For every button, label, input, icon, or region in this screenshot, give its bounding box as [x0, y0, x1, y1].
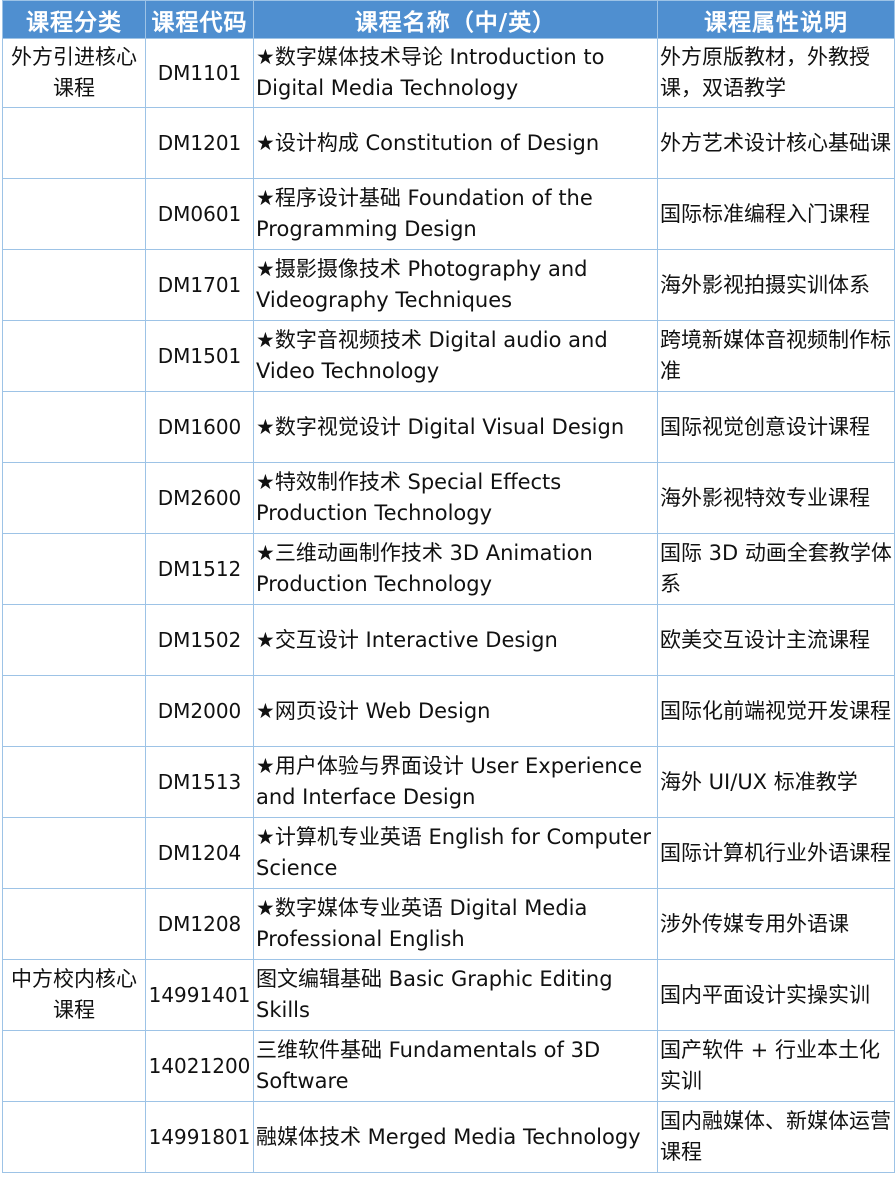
name-cell: 融媒体技术 Merged Media Technology	[253, 1101, 658, 1173]
name-cell: ★数字媒体技术导论 Introduction to Digital Media …	[253, 38, 658, 108]
table-row: DM1513 ★用户体验与界面设计 User Experience and In…	[2, 746, 895, 818]
attribute-cell: 国际视觉创意设计课程	[657, 391, 895, 463]
attribute-cell: 海外影视特效专业课程	[657, 462, 895, 534]
category-cell	[2, 604, 146, 676]
category-cell: 外方引进核心课程	[2, 38, 146, 108]
code-cell: 14991801	[145, 1101, 254, 1173]
table-row: DM1208 ★数字媒体专业英语 Digital Media Professio…	[2, 888, 895, 960]
name-cell: ★数字音视频技术 Digital audio and Video Technol…	[253, 320, 658, 392]
attribute-cell: 国际化前端视觉开发课程	[657, 675, 895, 747]
category-cell	[2, 462, 146, 534]
category-cell	[2, 888, 146, 960]
table-row: 14021200 三维软件基础 Fundamentals of 3D Softw…	[2, 1030, 895, 1102]
code-cell: DM0601	[145, 178, 254, 250]
attribute-cell: 国际计算机行业外语课程	[657, 817, 895, 889]
category-cell	[2, 675, 146, 747]
category-cell	[2, 320, 146, 392]
name-cell: 三维软件基础 Fundamentals of 3D Software	[253, 1030, 658, 1102]
attribute-cell: 国际 3D 动画全套教学体系	[657, 533, 895, 605]
attribute-cell: 外方艺术设计核心基础课	[657, 107, 895, 179]
table-row: DM2600 ★特效制作技术 Special Effects Productio…	[2, 462, 895, 534]
category-cell	[2, 746, 146, 818]
header-attribute: 课程属性说明	[657, 0, 895, 39]
code-cell: DM1701	[145, 249, 254, 321]
header-row: 课程分类 课程代码 课程名称（中/英） 课程属性说明	[2, 0, 895, 39]
table-row: DM1201 ★设计构成 Constitution of Design 外方艺术…	[2, 107, 895, 179]
table-row: DM1512 ★三维动画制作技术 3D Animation Production…	[2, 533, 895, 605]
category-cell	[2, 533, 146, 605]
table-row: 14991801 融媒体技术 Merged Media Technology 国…	[2, 1101, 895, 1173]
attribute-cell: 跨境新媒体音视频制作标准	[657, 320, 895, 392]
code-cell: DM1513	[145, 746, 254, 818]
table-row: 中方校内核心课程 14991401 图文编辑基础 Basic Graphic E…	[2, 959, 895, 1031]
name-cell: ★特效制作技术 Special Effects Production Techn…	[253, 462, 658, 534]
attribute-cell: 海外影视拍摄实训体系	[657, 249, 895, 321]
attribute-cell: 国内融媒体、新媒体运营课程	[657, 1101, 895, 1173]
code-cell: 14991401	[145, 959, 254, 1031]
code-cell: DM1502	[145, 604, 254, 676]
name-cell: ★数字媒体专业英语 Digital Media Professional Eng…	[253, 888, 658, 960]
name-cell: ★计算机专业英语 English for Computer Science	[253, 817, 658, 889]
table-header: 课程分类 课程代码 课程名称（中/英） 课程属性说明	[2, 0, 895, 39]
attribute-cell: 外方原版教材，外教授课，双语教学	[657, 38, 895, 108]
attribute-cell: 国际标准编程入门课程	[657, 178, 895, 250]
name-cell: ★摄影摄像技术 Photography and Videography Tech…	[253, 249, 658, 321]
code-cell: DM1201	[145, 107, 254, 179]
table-row: DM1204 ★计算机专业英语 English for Computer Sci…	[2, 817, 895, 889]
table-row: DM1502 ★交互设计 Interactive Design 欧美交互设计主流…	[2, 604, 895, 676]
name-cell: ★设计构成 Constitution of Design	[253, 107, 658, 179]
table-body: 外方引进核心课程 DM1101 ★数字媒体技术导论 Introduction t…	[2, 38, 895, 1173]
table-row: DM2000 ★网页设计 Web Design 国际化前端视觉开发课程	[2, 675, 895, 747]
code-cell: DM1512	[145, 533, 254, 605]
table-row: DM0601 ★程序设计基础 Foundation of the Program…	[2, 178, 895, 250]
code-cell: 14021200	[145, 1030, 254, 1102]
header-category: 课程分类	[2, 0, 146, 39]
category-cell	[2, 178, 146, 250]
course-table: 课程分类 课程代码 课程名称（中/英） 课程属性说明 外方引进核心课程 DM11…	[2, 0, 895, 1173]
category-cell	[2, 391, 146, 463]
name-cell: ★交互设计 Interactive Design	[253, 604, 658, 676]
header-code: 课程代码	[145, 0, 254, 39]
code-cell: DM1208	[145, 888, 254, 960]
name-cell: ★数字视觉设计 Digital Visual Design	[253, 391, 658, 463]
category-cell	[2, 249, 146, 321]
table-row: DM1501 ★数字音视频技术 Digital audio and Video …	[2, 320, 895, 392]
category-cell	[2, 817, 146, 889]
attribute-cell: 国产软件 + 行业本土化实训	[657, 1030, 895, 1102]
code-cell: DM1101	[145, 38, 254, 108]
name-cell: ★三维动画制作技术 3D Animation Production Techno…	[253, 533, 658, 605]
name-cell: 图文编辑基础 Basic Graphic Editing Skills	[253, 959, 658, 1031]
code-cell: DM1501	[145, 320, 254, 392]
header-name: 课程名称（中/英）	[253, 0, 658, 39]
attribute-cell: 涉外传媒专用外语课	[657, 888, 895, 960]
name-cell: ★程序设计基础 Foundation of the Programming De…	[253, 178, 658, 250]
category-cell: 中方校内核心课程	[2, 959, 146, 1031]
category-cell	[2, 1030, 146, 1102]
category-cell	[2, 107, 146, 179]
table-row: 外方引进核心课程 DM1101 ★数字媒体技术导论 Introduction t…	[2, 38, 895, 108]
name-cell: ★用户体验与界面设计 User Experience and Interface…	[253, 746, 658, 818]
table-row: DM1600 ★数字视觉设计 Digital Visual Design 国际视…	[2, 391, 895, 463]
code-cell: DM1204	[145, 817, 254, 889]
category-cell	[2, 1101, 146, 1173]
code-cell: DM1600	[145, 391, 254, 463]
code-cell: DM2000	[145, 675, 254, 747]
attribute-cell: 国内平面设计实操实训	[657, 959, 895, 1031]
name-cell: ★网页设计 Web Design	[253, 675, 658, 747]
attribute-cell: 欧美交互设计主流课程	[657, 604, 895, 676]
attribute-cell: 海外 UI/UX 标准教学	[657, 746, 895, 818]
code-cell: DM2600	[145, 462, 254, 534]
table-row: DM1701 ★摄影摄像技术 Photography and Videograp…	[2, 249, 895, 321]
